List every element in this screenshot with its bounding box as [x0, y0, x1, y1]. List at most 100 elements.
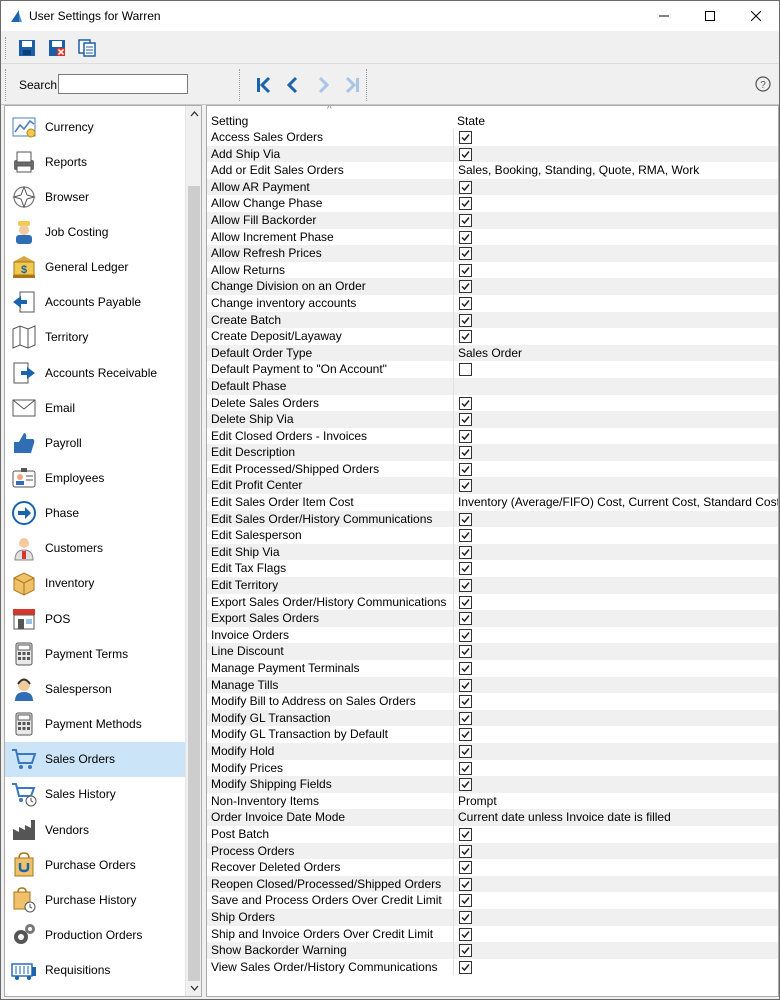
- setting-state-cell[interactable]: [453, 560, 778, 578]
- state-checkbox-checked[interactable]: [459, 131, 472, 144]
- table-row[interactable]: Line Discount: [207, 643, 778, 660]
- module-item-salesperson[interactable]: Salesperson: [5, 671, 186, 706]
- state-checkbox-checked[interactable]: [459, 413, 472, 427]
- table-row[interactable]: Edit Territory: [207, 577, 778, 594]
- module-item-vendors[interactable]: Vendors: [5, 812, 186, 847]
- setting-state-cell[interactable]: [453, 145, 778, 163]
- setting-state-cell[interactable]: [453, 908, 778, 926]
- setting-state-cell[interactable]: [453, 942, 778, 959]
- setting-state-cell[interactable]: [453, 460, 778, 478]
- table-row[interactable]: Modify Shipping Fields: [207, 776, 778, 793]
- setting-state-cell[interactable]: [453, 577, 778, 594]
- state-checkbox-checked[interactable]: [459, 512, 472, 526]
- state-checkbox-checked[interactable]: [459, 213, 472, 227]
- table-row[interactable]: Create Batch: [207, 311, 778, 329]
- setting-state-cell[interactable]: [453, 776, 778, 793]
- module-item-payment-terms[interactable]: Payment Terms: [5, 636, 186, 671]
- table-row[interactable]: Modify Bill to Address on Sales Orders: [207, 693, 778, 710]
- setting-state-cell[interactable]: [453, 294, 778, 312]
- state-checkbox-checked[interactable]: [459, 396, 472, 410]
- table-row[interactable]: Allow Returns: [207, 261, 778, 279]
- setting-state-cell[interactable]: [453, 958, 778, 976]
- setting-state-cell[interactable]: [453, 245, 778, 262]
- table-row[interactable]: Allow AR Payment: [207, 178, 778, 196]
- setting-state-cell[interactable]: [453, 875, 778, 893]
- table-row[interactable]: Allow Change Phase: [207, 195, 778, 212]
- table-row[interactable]: Order Invoice Date Mode Current date unle…: [207, 809, 778, 826]
- module-item-payment-methods[interactable]: Payment Methods: [5, 707, 186, 742]
- table-row[interactable]: Modify GL Transaction: [207, 709, 778, 727]
- state-checkbox-checked[interactable]: [459, 910, 472, 924]
- setting-state-cell[interactable]: [453, 660, 778, 677]
- state-checkbox-checked[interactable]: [459, 894, 472, 908]
- state-checkbox-checked[interactable]: [459, 761, 472, 775]
- table-row[interactable]: Default Order Type Sales Order: [207, 344, 778, 362]
- state-checkbox-checked[interactable]: [459, 927, 472, 941]
- module-item-pos[interactable]: POS: [5, 601, 186, 636]
- setting-state-cell[interactable]: [453, 709, 778, 727]
- copy-button[interactable]: [74, 35, 100, 61]
- setting-state-cell[interactable]: [453, 693, 778, 710]
- setting-state-cell[interactable]: [453, 892, 778, 909]
- module-item-currency[interactable]: Currency: [5, 109, 186, 144]
- state-checkbox-checked[interactable]: [459, 678, 472, 692]
- setting-state-cell[interactable]: [453, 859, 778, 876]
- setting-state-cell[interactable]: [453, 129, 778, 146]
- module-item-accounts-payable[interactable]: Accounts Payable: [5, 285, 186, 320]
- table-row[interactable]: Show Backorder Warning: [207, 942, 778, 959]
- setting-state-cell[interactable]: [453, 361, 778, 378]
- module-item-purchase-history[interactable]: Purchase History: [5, 882, 186, 917]
- setting-state-cell[interactable]: [453, 377, 778, 395]
- first-record-button[interactable]: [253, 74, 275, 96]
- table-row[interactable]: Edit Ship Via: [207, 543, 778, 561]
- setting-state-cell[interactable]: [453, 178, 778, 196]
- table-row[interactable]: Default Phase: [207, 377, 778, 395]
- state-checkbox-checked[interactable]: [459, 529, 472, 543]
- table-row[interactable]: Delete Ship Via: [207, 411, 778, 428]
- module-item-payroll[interactable]: Payroll: [5, 425, 186, 460]
- table-row[interactable]: Export Sales Orders: [207, 610, 778, 627]
- next-record-button[interactable]: [312, 74, 334, 96]
- module-item-email[interactable]: Email: [5, 390, 186, 425]
- state-checkbox-checked[interactable]: [459, 247, 472, 261]
- setting-state-cell[interactable]: [453, 626, 778, 644]
- column-header-setting[interactable]: Setting: [211, 114, 248, 128]
- setting-state-cell[interactable]: [453, 643, 778, 660]
- setting-state-cell[interactable]: [453, 925, 778, 943]
- table-row[interactable]: Invoice Orders: [207, 626, 778, 644]
- state-checkbox-checked[interactable]: [459, 230, 472, 244]
- table-row[interactable]: Default Payment to "On Account": [207, 361, 778, 378]
- table-row[interactable]: Ship and Invoice Orders Over Credit Limi…: [207, 925, 778, 943]
- module-item-employees[interactable]: Employees: [5, 461, 186, 496]
- module-item-browser[interactable]: Browser: [5, 179, 186, 214]
- setting-state-cell[interactable]: [453, 211, 778, 229]
- table-row[interactable]: Manage Payment Terminals: [207, 660, 778, 677]
- setting-state-cell[interactable]: [453, 726, 778, 743]
- toolbar-grip[interactable]: [5, 69, 7, 101]
- table-row[interactable]: Edit Sales Order/History Communications: [207, 510, 778, 528]
- table-row[interactable]: Save and Process Orders Over Credit Limi…: [207, 892, 778, 909]
- table-row[interactable]: Edit Salesperson: [207, 527, 778, 544]
- setting-state-cell[interactable]: [453, 742, 778, 760]
- state-checkbox-checked[interactable]: [459, 645, 472, 659]
- module-list-scrollbar[interactable]: [185, 106, 201, 996]
- state-checkbox-checked[interactable]: [459, 446, 472, 460]
- setting-state-cell[interactable]: [453, 394, 778, 412]
- setting-state-cell[interactable]: [453, 676, 778, 694]
- maximize-button[interactable]: [687, 1, 733, 31]
- table-row[interactable]: Change inventory accounts: [207, 294, 778, 312]
- setting-state-cell[interactable]: [453, 527, 778, 544]
- table-row[interactable]: Process Orders: [207, 842, 778, 860]
- table-row[interactable]: Create Deposit/Layaway: [207, 328, 778, 345]
- scroll-up-button[interactable]: [186, 106, 201, 122]
- state-checkbox-checked[interactable]: [459, 545, 472, 559]
- table-row[interactable]: Allow Fill Backorder: [207, 211, 778, 229]
- table-row[interactable]: Allow Increment Phase: [207, 228, 778, 246]
- column-header-state[interactable]: State: [457, 114, 485, 128]
- setting-state-cell[interactable]: [453, 328, 778, 345]
- state-checkbox-checked[interactable]: [459, 579, 472, 593]
- state-checkbox-checked[interactable]: [459, 313, 472, 327]
- setting-state-cell[interactable]: [453, 759, 778, 777]
- module-item-inventory[interactable]: Inventory: [5, 566, 186, 601]
- setting-state-cell[interactable]: [453, 825, 778, 843]
